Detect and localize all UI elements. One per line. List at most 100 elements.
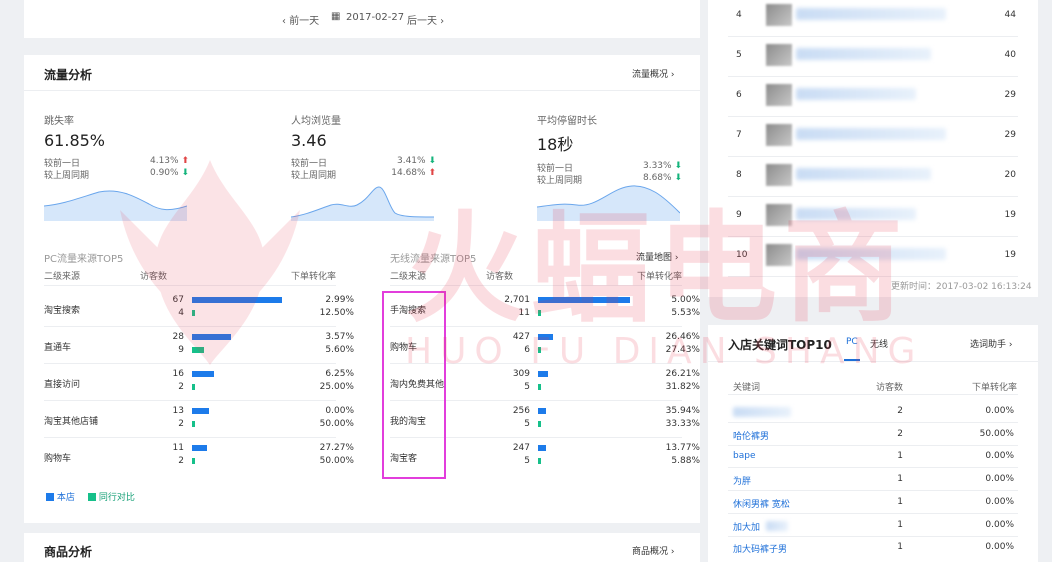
conversion-peer: 31.82%	[665, 382, 700, 392]
visitors-own: 256	[512, 406, 530, 416]
rank-value: 40	[1004, 50, 1016, 60]
source-name[interactable]: 直通车	[44, 340, 71, 353]
keyword-conversion: 0.00%	[985, 519, 1014, 530]
keyword-conversion: 0.00%	[985, 542, 1014, 553]
bar-peer	[192, 421, 195, 427]
keyword-link[interactable]: 哈伦裤男	[733, 429, 769, 442]
conversion-peer: 33.33%	[665, 419, 700, 429]
source-name[interactable]: 淘宝其他店铺	[44, 414, 98, 427]
rank-number: 7	[736, 130, 742, 140]
product-overview-link[interactable]: 商品概况 ›	[632, 544, 674, 557]
keyword-blurred-part	[766, 520, 788, 531]
visitors-own: 16	[172, 369, 184, 379]
product-thumbnail[interactable]	[766, 4, 792, 26]
prev-day-label: 前一天	[289, 16, 320, 27]
title-divider	[24, 90, 700, 91]
source-name[interactable]: 购物车	[44, 451, 71, 464]
bar-peer	[192, 458, 195, 464]
rank-value: 20	[1004, 170, 1016, 180]
next-day-link[interactable]: 后一天 ›	[407, 12, 444, 27]
compare-label: 较上周同期	[44, 171, 90, 181]
conversion-peer: 5.88%	[671, 456, 700, 466]
source-name[interactable]: 淘宝搜索	[44, 303, 80, 316]
kw-header-word: 关键词	[733, 383, 761, 393]
keyword-helper-link[interactable]: 选词助手 ›	[970, 337, 1012, 350]
product-name-blurred[interactable]	[796, 128, 946, 140]
row-divider	[728, 156, 1018, 157]
visitors-peer: 5	[524, 456, 530, 466]
conversion-own: 35.94%	[665, 406, 700, 416]
product-name-blurred[interactable]	[796, 168, 931, 180]
rank-value: 44	[1004, 10, 1016, 20]
product-name-blurred[interactable]	[796, 88, 916, 100]
metric-stay-time: 平均停留时长 18秒 较前一日 3.33% ⬇ 较上周同期 8.68% ⬇	[537, 112, 682, 186]
product-thumbnail[interactable]	[766, 84, 792, 106]
conversion-peer: 50.00%	[319, 419, 354, 429]
card-title: 流量分析	[44, 68, 93, 82]
rank-number: 8	[736, 170, 742, 180]
visitors-peer: 5	[524, 382, 530, 392]
keyword-conversion: 0.00%	[985, 474, 1014, 485]
bar-peer	[538, 384, 541, 390]
visitors-own: 247	[512, 443, 530, 453]
legend-own: 本店	[46, 490, 75, 503]
keyword-helper-label: 选词助手	[970, 340, 1007, 350]
row-divider	[728, 444, 1018, 446]
rank-value: 29	[1004, 90, 1016, 100]
arrow-down-icon: ⬇	[428, 156, 436, 166]
conversion-peer: 50.00%	[319, 456, 354, 466]
row-divider	[728, 76, 1018, 77]
keyword-visitors: 1	[897, 542, 903, 553]
keyword-blurred[interactable]	[733, 407, 791, 417]
compare-value: 14.68%	[391, 168, 426, 178]
row-divider	[44, 400, 336, 401]
keyword-link[interactable]: 加大加	[733, 520, 760, 533]
row-divider	[728, 512, 1018, 514]
keyword-visitors: 1	[897, 519, 903, 530]
keyword-link[interactable]: 休闲男裤 宽松	[733, 497, 790, 510]
keyword-visitors: 1	[897, 451, 903, 462]
legend-own-label: 本店	[56, 493, 75, 503]
conversion-own: 0.00%	[325, 406, 354, 416]
arrow-down-icon: ⬇	[674, 161, 682, 171]
conversion-peer: 25.00%	[319, 382, 354, 392]
kw-header-visitors: 访客数	[876, 383, 904, 393]
conversion-own: 6.25%	[325, 369, 354, 379]
next-day-label: 后一天	[407, 16, 437, 27]
arrow-up-icon: ⬆	[428, 168, 436, 178]
keyword-visitors: 1	[897, 496, 903, 507]
traffic-overview-link[interactable]: 流量概况 ›	[632, 67, 674, 80]
product-name-blurred[interactable]	[796, 48, 931, 60]
bar-peer	[538, 458, 541, 464]
legend-swatch-peer	[88, 493, 96, 501]
bar-own	[538, 408, 547, 414]
current-date[interactable]: 2017-02-27	[346, 12, 404, 23]
compare-value: 3.41%	[396, 156, 426, 166]
metric-value: 3.46	[291, 131, 327, 150]
legend-peer-label: 同行对比	[98, 493, 135, 503]
kw-header-divider	[728, 394, 1018, 395]
prev-day-link[interactable]: ‹ 前一天	[282, 12, 319, 27]
bar-peer	[538, 421, 541, 427]
product-name-blurred[interactable]	[796, 8, 946, 20]
keyword-link[interactable]: 加大码裤子男	[733, 542, 787, 555]
metric-value: 18秒	[537, 135, 574, 154]
metric-label: 平均停留时长	[537, 116, 597, 127]
product-title: 商品分析	[44, 545, 93, 559]
product-overview-label: 商品概况	[632, 547, 669, 557]
rank-number: 5	[736, 50, 742, 60]
product-thumbnail[interactable]	[766, 44, 792, 66]
conversion-own: 13.77%	[665, 443, 700, 453]
keyword-link[interactable]: 为胖	[733, 474, 751, 487]
product-thumbnail[interactable]	[766, 164, 792, 186]
calendar-icon[interactable]: ▦	[331, 11, 340, 22]
keyword-visitors: 1	[897, 474, 903, 485]
metric-value: 61.85%	[44, 131, 106, 150]
compare-value: 3.33%	[642, 161, 672, 171]
source-name[interactable]: 直接访问	[44, 377, 80, 390]
bar-own	[538, 445, 547, 451]
brand-watermark-logo	[120, 160, 300, 365]
legend-peer: 同行对比	[88, 490, 135, 503]
product-thumbnail[interactable]	[766, 124, 792, 146]
keyword-link[interactable]: bape	[733, 451, 755, 461]
